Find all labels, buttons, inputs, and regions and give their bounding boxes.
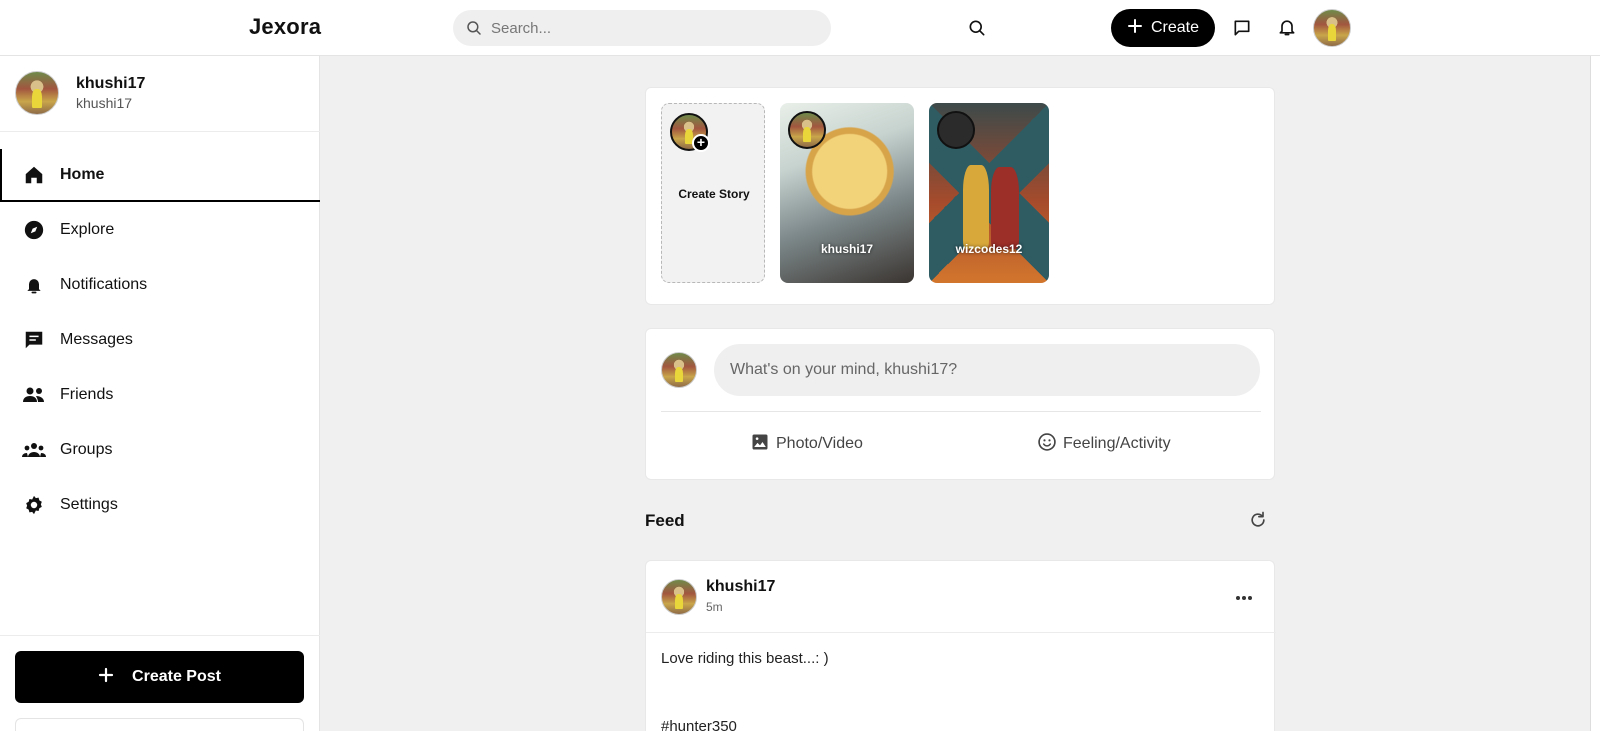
create-button[interactable]: Create <box>1111 9 1215 47</box>
notifications-bell-icon[interactable] <box>1277 17 1297 42</box>
profile-handle: khushi17 <box>76 95 133 111</box>
story-card[interactable]: wizcodes12 <box>929 103 1049 283</box>
create-story-card[interactable]: + Create Story <box>661 103 765 283</box>
sidebar-item-label: Home <box>60 165 105 183</box>
create-story-label: Create Story <box>678 187 750 201</box>
sidebar-item-home[interactable]: Home <box>0 149 320 202</box>
story-figure-left <box>963 165 989 249</box>
image-icon <box>750 432 770 457</box>
divider <box>0 635 320 636</box>
post-composer: Photo/Video Feeling/Activity <box>645 328 1275 480</box>
add-story-icon: + <box>692 134 710 152</box>
post-author[interactable]: khushi17 <box>706 578 775 596</box>
divider <box>646 632 1276 633</box>
plus-icon <box>98 667 114 688</box>
top-bar: Jexora Create <box>0 0 1600 56</box>
post-timestamp: 5m <box>706 600 723 614</box>
sidebar-item-groups[interactable]: Groups <box>0 422 320 477</box>
message-icon <box>22 328 46 352</box>
story-username: khushi17 <box>820 242 874 256</box>
more-options-icon[interactable] <box>1235 588 1253 606</box>
sidebar-item-label: Groups <box>60 440 113 458</box>
gear-icon <box>22 493 46 517</box>
sidebar-nav: Home Explore Notifications Messages Frie… <box>0 149 320 532</box>
messages-icon[interactable] <box>1232 18 1252 43</box>
sidebar: khushi17 khushi17 Home Explore Notificat… <box>0 56 320 731</box>
create-post-button[interactable]: Create Post <box>15 651 304 703</box>
sidebar-item-settings[interactable]: Settings <box>0 477 320 532</box>
plus-icon <box>1127 18 1143 39</box>
avatar <box>661 352 697 388</box>
story-figure-right <box>991 167 1019 249</box>
refresh-icon[interactable] <box>1248 510 1268 535</box>
brand-logo[interactable]: Jexora <box>249 14 321 40</box>
scrollbar[interactable] <box>1590 56 1600 731</box>
create-post-label: Create Post <box>132 668 221 685</box>
profile-name: khushi17 <box>76 75 146 92</box>
photo-video-button[interactable]: Photo/Video <box>750 429 863 459</box>
search-button-icon[interactable] <box>967 18 987 43</box>
sidebar-item-notifications[interactable]: Notifications <box>0 257 320 312</box>
feeling-activity-label: Feeling/Activity <box>1063 435 1171 452</box>
divider <box>661 411 1261 412</box>
stories-panel: + Create Story khushi17 wizcodes12 <box>645 87 1275 305</box>
feeling-activity-button[interactable]: Feeling/Activity <box>1037 429 1171 459</box>
compass-icon <box>22 218 46 242</box>
story-avatar <box>788 111 826 149</box>
sidebar-item-label: Messages <box>60 330 133 348</box>
search-input[interactable] <box>491 10 811 46</box>
user-avatar[interactable] <box>1313 9 1351 47</box>
post-text: Love riding this beast...: ) <box>661 650 829 667</box>
whats-on-your-mind-input[interactable] <box>714 344 1260 396</box>
feed-post: khushi17 5m Love riding this beast...: )… <box>645 560 1276 731</box>
home-icon <box>22 163 46 187</box>
avatar <box>15 71 59 115</box>
search-icon <box>465 19 483 42</box>
create-button-label: Create <box>1150 19 1200 36</box>
sidebar-item-label: Notifications <box>60 275 148 293</box>
sidebar-item-label: Friends <box>60 385 114 403</box>
sidebar-profile[interactable]: khushi17 khushi17 <box>0 56 320 132</box>
story-username: wizcodes12 <box>955 242 1023 256</box>
sidebar-card <box>15 718 304 731</box>
story-avatar <box>937 111 975 149</box>
smiley-icon <box>1037 432 1057 457</box>
bell-icon <box>22 273 46 297</box>
feed-title: Feed <box>645 511 685 530</box>
groups-icon <box>22 438 46 462</box>
photo-video-label: Photo/Video <box>776 435 863 452</box>
sidebar-item-messages[interactable]: Messages <box>0 312 320 367</box>
sidebar-item-label: Settings <box>60 495 118 513</box>
story-card[interactable]: khushi17 <box>780 103 914 283</box>
sidebar-item-explore[interactable]: Explore <box>0 202 320 257</box>
post-hashtag[interactable]: #hunter350 <box>661 718 737 731</box>
search-bar[interactable] <box>453 10 831 46</box>
sidebar-item-friends[interactable]: Friends <box>0 367 320 422</box>
friends-icon <box>22 383 46 407</box>
sidebar-item-label: Explore <box>60 220 115 238</box>
avatar[interactable] <box>661 579 697 615</box>
